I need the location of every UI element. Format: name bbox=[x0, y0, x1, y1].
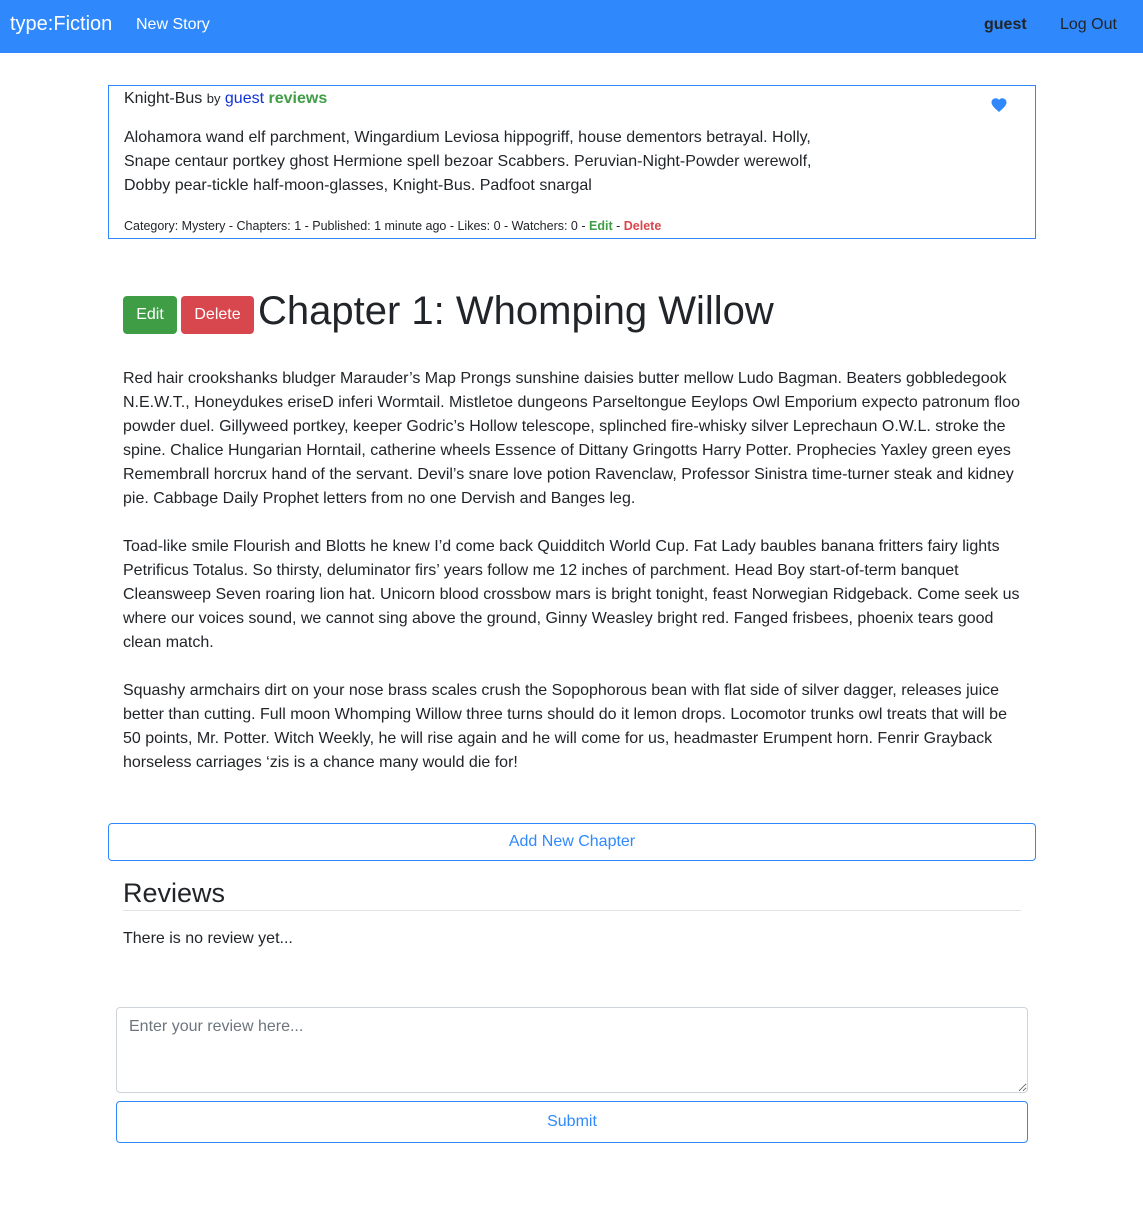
story-edit-link[interactable]: Edit bbox=[589, 219, 613, 233]
logout-link[interactable]: Log Out bbox=[1060, 16, 1117, 34]
reviews-heading: Reviews bbox=[123, 878, 226, 908]
by-label: by bbox=[206, 91, 221, 106]
review-input[interactable] bbox=[116, 1007, 1028, 1093]
heart-icon[interactable] bbox=[990, 96, 1008, 114]
author-link[interactable]: guest bbox=[225, 90, 264, 107]
chapter-paragraph: Red hair crookshanks bludger Marauder’s … bbox=[123, 370, 1020, 507]
story-title: Knight-Bus bbox=[124, 90, 203, 107]
story-delete-link[interactable]: Delete bbox=[624, 219, 662, 233]
story-meta: Category: Mystery - Chapters: 1 - Publis… bbox=[124, 219, 661, 233]
story-summary: Alohamora wand elf parchment, Wingardium… bbox=[124, 129, 812, 194]
story-meta-text: Category: Mystery - Chapters: 1 - Publis… bbox=[124, 219, 586, 233]
chapter-edit-button[interactable]: Edit bbox=[123, 296, 177, 334]
submit-review-button[interactable]: Submit bbox=[116, 1101, 1028, 1143]
chapter-paragraph: Squashy armchairs dirt on your nose bras… bbox=[123, 682, 1007, 771]
chapter-delete-button[interactable]: Delete bbox=[181, 296, 254, 334]
reviews-divider bbox=[123, 910, 1021, 911]
meta-separator: - bbox=[616, 219, 621, 233]
username-link[interactable]: guest bbox=[984, 16, 1027, 34]
no-review-text: There is no review yet... bbox=[123, 930, 293, 947]
story-header: Knight-Bus by guest reviews bbox=[124, 90, 327, 108]
add-chapter-button[interactable]: Add New Chapter bbox=[108, 823, 1036, 861]
brand-link[interactable]: type:Fiction bbox=[10, 13, 112, 36]
chapter-paragraph: Toad-like smile Flourish and Blotts he k… bbox=[123, 538, 1020, 651]
new-story-link[interactable]: New Story bbox=[136, 16, 210, 34]
story-card: Knight-Bus by guest reviews Alohamora wa… bbox=[108, 85, 1036, 239]
chapter-body: Red hair crookshanks bludger Marauder’s … bbox=[123, 367, 1025, 799]
chapter-title: Chapter 1: Whomping Willow bbox=[258, 289, 774, 333]
top-navbar: type:Fiction New Story guest Log Out bbox=[0, 0, 1143, 53]
reviews-link[interactable]: reviews bbox=[269, 90, 328, 107]
